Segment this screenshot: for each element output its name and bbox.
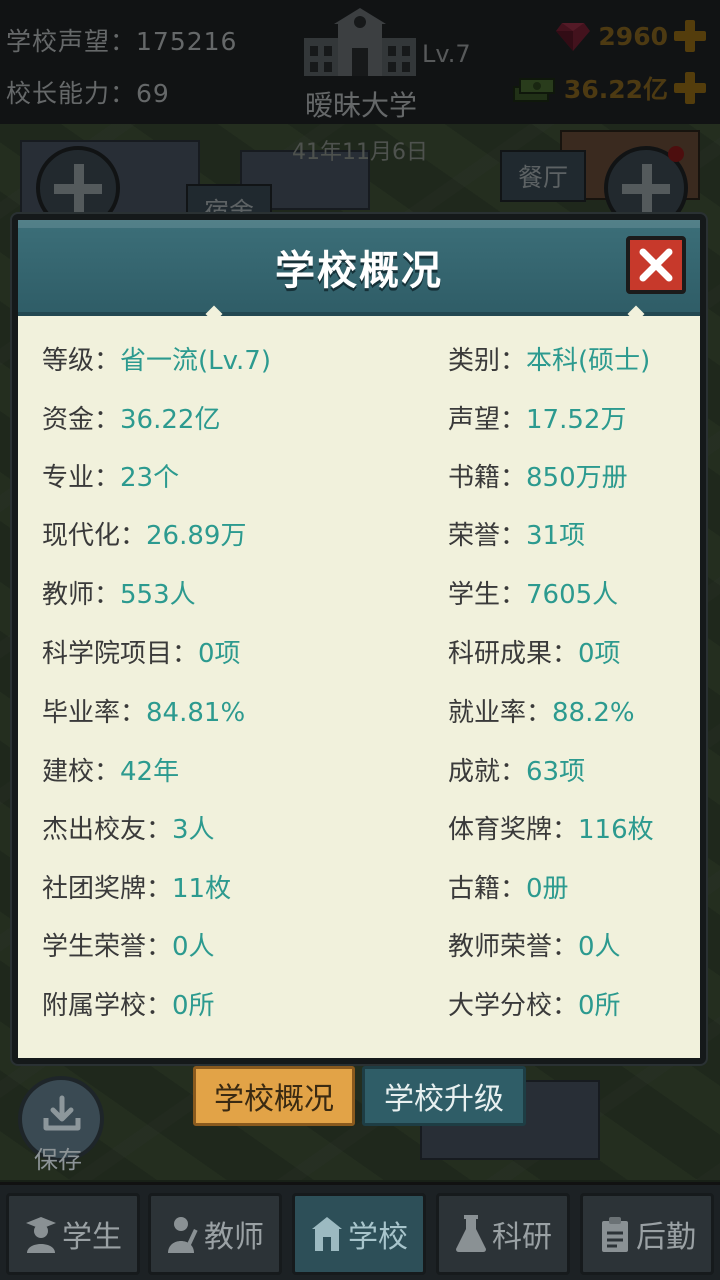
info-row: 社团奖牌：11枚 古籍：0册 bbox=[18, 868, 700, 908]
nav-teachers-label: 教师 bbox=[204, 1220, 264, 1255]
info-item-achievements: 成就：63项 bbox=[448, 757, 586, 787]
info-item-employment-rate: 就业率：88.2% bbox=[448, 698, 635, 728]
school-icon bbox=[312, 1217, 342, 1251]
info-item-category: 类别：本科(硕士) bbox=[448, 346, 651, 376]
info-item-club-medals: 社团奖牌：11枚 bbox=[42, 874, 232, 904]
info-item-honors: 荣誉：31项 bbox=[448, 521, 586, 551]
tab-school-upgrade[interactable]: 学校升级 bbox=[362, 1066, 526, 1126]
info-row: 毕业率：84.81% 就业率：88.2% bbox=[18, 692, 700, 732]
info-item-branch-campuses: 大学分校：0所 bbox=[448, 991, 621, 1021]
nav-students[interactable]: 学生 bbox=[6, 1193, 140, 1275]
info-item-majors: 专业：23个 bbox=[42, 463, 180, 493]
info-item-books: 书籍：850万册 bbox=[448, 463, 628, 493]
student-icon bbox=[26, 1217, 56, 1253]
info-item-research-results: 科研成果：0项 bbox=[448, 639, 621, 669]
info-item-teacher-honors: 教师荣誉：0人 bbox=[448, 932, 621, 962]
download-icon bbox=[43, 1095, 81, 1131]
info-item-funds: 资金：36.22亿 bbox=[42, 405, 221, 435]
nav-teachers[interactable]: 教师 bbox=[148, 1193, 282, 1275]
info-item-academy-projects: 科学院项目：0项 bbox=[42, 639, 241, 669]
info-item-affiliated-schools: 附属学校：0所 bbox=[42, 991, 215, 1021]
nav-school-label: 学校 bbox=[348, 1220, 408, 1255]
dialog-title: 学校概况 bbox=[275, 248, 443, 294]
close-button[interactable] bbox=[626, 236, 686, 294]
info-item-modernization: 现代化：26.89万 bbox=[42, 521, 247, 551]
nav-logistics-label: 后勤 bbox=[636, 1220, 696, 1255]
clipboard-icon bbox=[602, 1217, 628, 1252]
info-item-sports-medals: 体育奖牌：116枚 bbox=[448, 815, 654, 845]
info-item-founded: 建校：42年 bbox=[42, 757, 180, 787]
info-row: 资金：36.22亿 声望：17.52万 bbox=[18, 399, 700, 439]
info-row: 学生荣誉：0人 教师荣誉：0人 bbox=[18, 926, 700, 966]
nav-students-label: 学生 bbox=[62, 1220, 122, 1255]
info-item-graduation-rate: 毕业率：84.81% bbox=[42, 698, 246, 728]
teacher-icon bbox=[168, 1217, 198, 1253]
info-row: 附属学校：0所 大学分校：0所 bbox=[18, 985, 700, 1025]
nav-research[interactable]: 科研 bbox=[436, 1193, 570, 1275]
bottom-navigation: 学生 教师 学校 科研 后勤 bbox=[0, 1182, 720, 1280]
tab-school-overview[interactable]: 学校概况 bbox=[193, 1066, 355, 1126]
info-item-ancient-books: 古籍：0册 bbox=[448, 874, 569, 904]
nav-school[interactable]: 学校 bbox=[292, 1193, 426, 1275]
info-row: 杰出校友：3人 体育奖牌：116枚 bbox=[18, 809, 700, 849]
info-item-alumni: 杰出校友：3人 bbox=[42, 815, 215, 845]
info-item-level: 等级：省一流(Lv.7) bbox=[42, 346, 271, 376]
close-icon bbox=[639, 248, 673, 282]
info-item-reputation: 声望：17.52万 bbox=[448, 405, 627, 435]
info-row: 教师：553人 学生：7605人 bbox=[18, 574, 700, 614]
info-row: 建校：42年 成就：63项 bbox=[18, 751, 700, 791]
school-overview-dialog: 学校概况 等级：省一流(Lv.7) 类别：本科(硕士) 资金：36.22亿 声望… bbox=[12, 214, 706, 1064]
dialog-header: 学校概况 bbox=[18, 220, 700, 316]
nav-research-label: 科研 bbox=[492, 1220, 552, 1255]
info-row: 等级：省一流(Lv.7) 类别：本科(硕士) bbox=[18, 340, 700, 380]
info-row: 科学院项目：0项 科研成果：0项 bbox=[18, 633, 700, 673]
info-item-teachers: 教师：553人 bbox=[42, 580, 196, 610]
info-row: 现代化：26.89万 荣誉：31项 bbox=[18, 515, 700, 555]
flask-icon bbox=[456, 1215, 486, 1252]
info-row: 专业：23个 书籍：850万册 bbox=[18, 457, 700, 497]
nav-logistics[interactable]: 后勤 bbox=[580, 1193, 714, 1275]
info-item-students: 学生：7605人 bbox=[448, 580, 619, 610]
info-item-student-honors: 学生荣誉：0人 bbox=[42, 932, 215, 962]
save-label: 保存 bbox=[34, 1146, 82, 1174]
